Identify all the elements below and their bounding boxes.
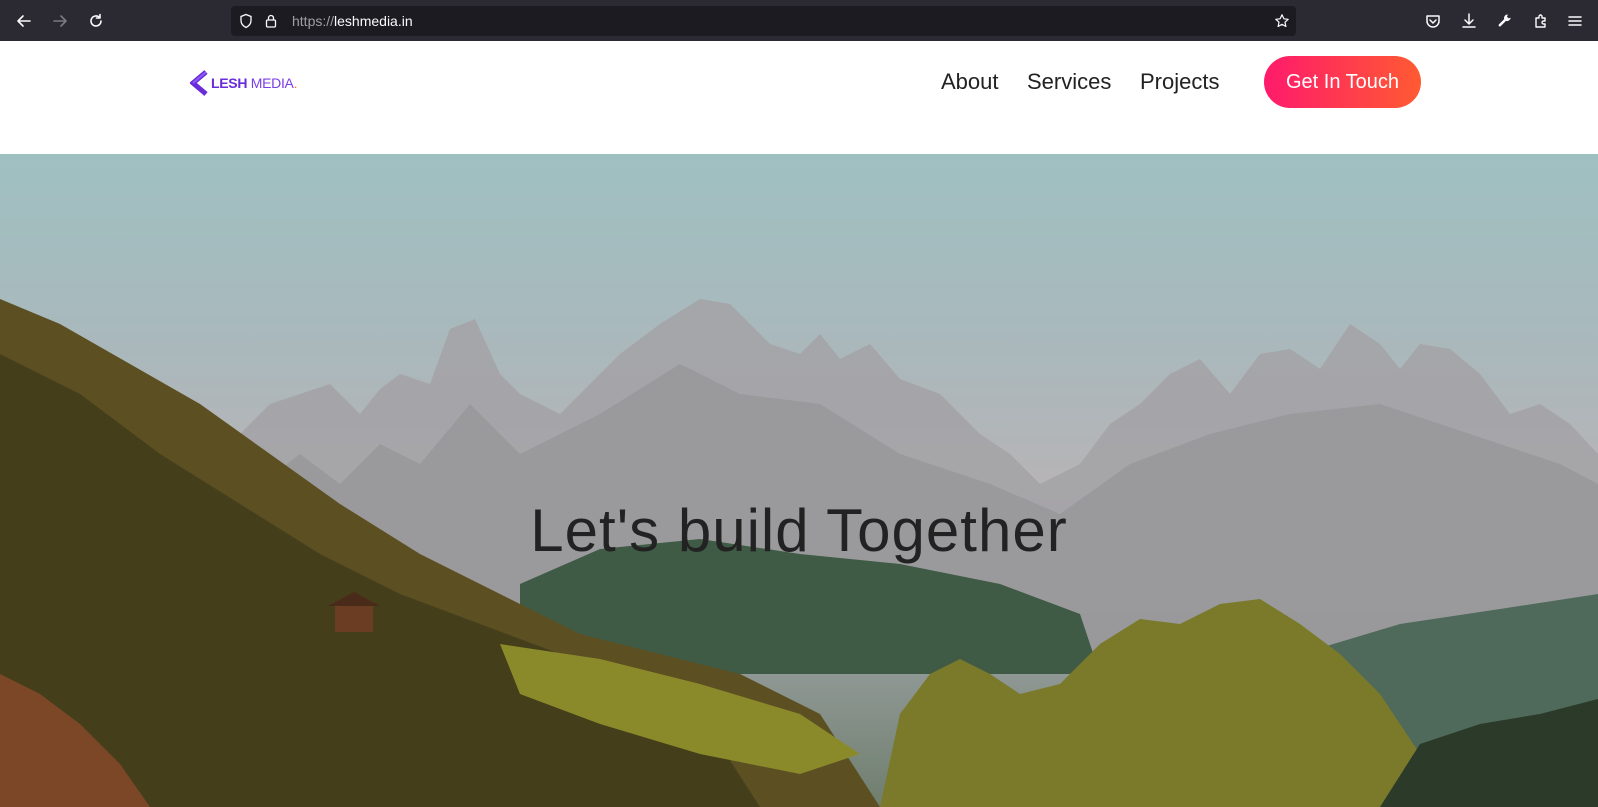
pocket-icon[interactable] [1420,8,1446,34]
logo-brand: LESH [211,75,248,91]
nav-about[interactable]: About [941,69,999,95]
url-scheme: https:// [292,13,335,29]
logo-mark-icon [190,70,208,96]
logo-dot: . [293,75,298,91]
back-icon[interactable] [11,8,37,34]
browser-toolbar: https://leshmedia.in [0,0,1598,41]
extensions-icon[interactable] [1528,8,1554,34]
url-host: leshmedia.in [334,13,413,29]
downloads-icon[interactable] [1456,8,1482,34]
logo-suffix: MEDIA [250,75,294,91]
address-bar[interactable]: https://leshmedia.in [231,6,1296,36]
reload-icon[interactable] [83,8,109,34]
logo-text: LESH MEDIA. [211,75,297,91]
url-text: https://leshmedia.in [292,13,413,29]
site-header: LESH MEDIA. About Services Projects Get … [0,41,1598,154]
bookmark-star-icon[interactable] [1273,12,1291,30]
lock-icon[interactable] [262,12,280,30]
logo[interactable]: LESH MEDIA. [190,68,297,98]
nav-services[interactable]: Services [1027,69,1111,95]
menu-icon[interactable] [1562,8,1588,34]
shield-icon[interactable] [237,12,255,30]
forward-icon[interactable] [47,8,73,34]
hero-section: Let's build Together [0,154,1598,807]
hero-title: Let's build Together [530,497,1068,564]
wrench-icon[interactable] [1492,8,1518,34]
hero-background-image [0,299,1598,807]
nav-projects[interactable]: Projects [1140,69,1219,95]
get-in-touch-button[interactable]: Get In Touch [1264,56,1421,108]
